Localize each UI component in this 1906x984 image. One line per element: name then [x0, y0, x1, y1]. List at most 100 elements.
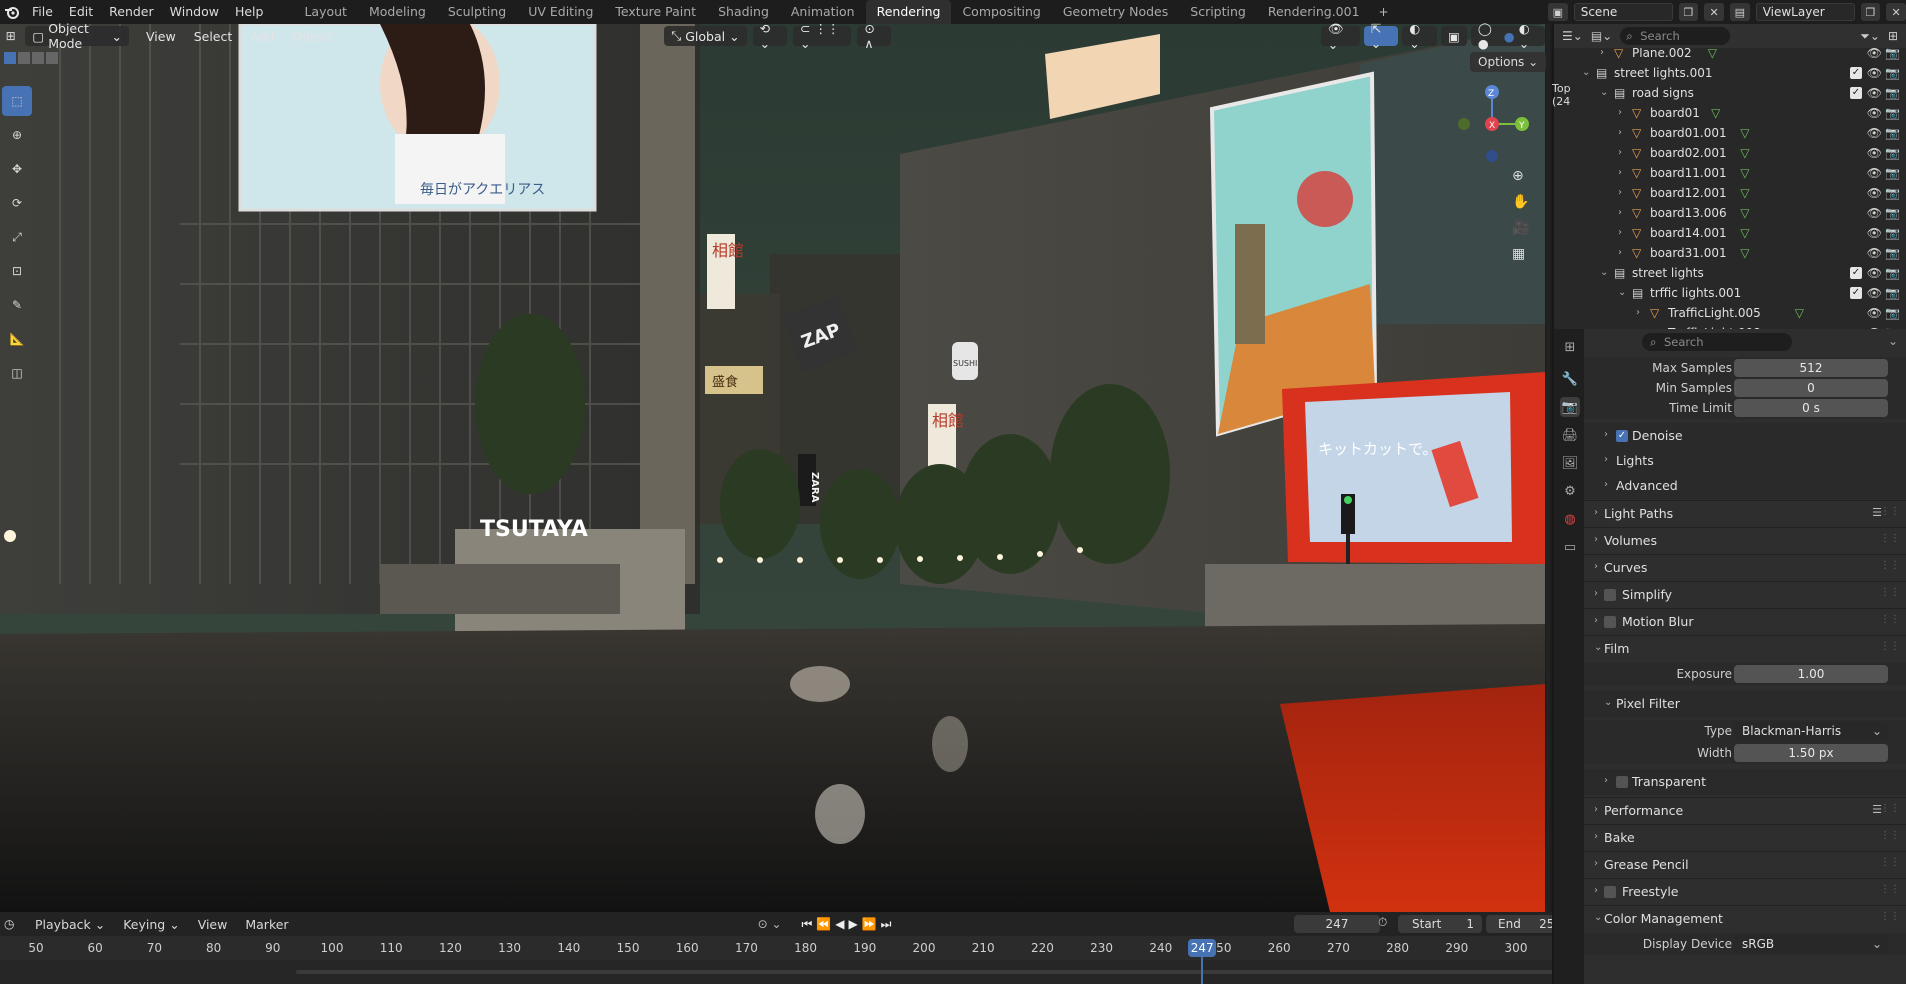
mesh-data-icon[interactable]: ▽ [1740, 183, 1749, 203]
viewlayer-browse-icon[interactable]: ▤ [1729, 3, 1750, 21]
filter-type-dropdown[interactable]: Blackman-Harris ⌄ [1734, 722, 1888, 740]
zoom-icon[interactable]: ⊕ [1512, 168, 1529, 184]
tab-scripting[interactable]: Scripting [1179, 0, 1257, 24]
visibility-eye-icon[interactable]: 👁 [1867, 123, 1882, 143]
exclude-checkbox[interactable]: ✓ [1850, 287, 1862, 299]
select-intersect-icon[interactable] [46, 52, 58, 64]
tab-uv-editing[interactable]: UV Editing [517, 0, 604, 24]
visibility-eye-icon[interactable]: 👁 [1867, 103, 1882, 123]
render-camera-icon[interactable]: 📷 [1885, 48, 1900, 63]
lights-subpanel[interactable]: › Lights [1584, 448, 1906, 474]
chevron-right-icon[interactable]: › [1618, 143, 1622, 163]
mesh-data-icon[interactable]: ▽ [1711, 103, 1720, 123]
outliner-row[interactable]: › ▽ board01 ▽ 👁 📷 [1554, 103, 1906, 123]
display-device-dropdown[interactable]: sRGB ⌄ [1734, 935, 1888, 953]
render-camera-icon[interactable]: 📷 [1885, 183, 1900, 203]
auto-keying-icon[interactable]: ⊙ ⌄ [758, 917, 782, 931]
grease-pencil-panel[interactable]: › Grease Pencil ⋮⋮ [1584, 851, 1906, 877]
move-icon[interactable]: ✥ [2, 154, 32, 184]
chevron-right-icon[interactable]: › [1600, 48, 1604, 63]
outliner-row[interactable]: › ▽ board02.001 ▽ 👁 📷 [1554, 143, 1906, 163]
pixel-filter-subpanel[interactable]: ⌄ Pixel Filter [1584, 691, 1906, 717]
visibility-eye-icon[interactable]: 👁 [1867, 263, 1882, 283]
area-divider[interactable] [1546, 24, 1550, 912]
visibility-eye-icon[interactable]: 👁 [1867, 63, 1882, 83]
drag-grip-icon[interactable]: ⋮⋮ [1880, 533, 1900, 544]
menu-window[interactable]: Window [162, 0, 227, 24]
outliner-row[interactable]: › ▽ board01.001 ▽ 👁 📷 [1554, 123, 1906, 143]
new-viewlayer-icon[interactable]: ❐ [1860, 3, 1881, 21]
outliner-row[interactable]: ⌄ ▤ road signs ✓ 👁 📷 [1554, 83, 1906, 103]
snap-toggle[interactable]: ⊂ ⋮⋮ ⌄ [793, 21, 852, 51]
mesh-data-icon[interactable]: ▽ [1740, 243, 1749, 263]
object-mode-dropdown[interactable]: ▢ Object Mode ⌄ [25, 21, 130, 51]
transparent-subpanel[interactable]: › Transparent [1584, 769, 1906, 795]
render-tab-icon[interactable]: 📷 [1560, 397, 1580, 417]
chevron-right-icon[interactable]: › [1618, 103, 1622, 123]
outliner-row[interactable]: › ▽ board12.001 ▽ 👁 📷 [1554, 183, 1906, 203]
chevron-down-icon[interactable]: ⌄ [1600, 263, 1608, 283]
drag-grip-icon[interactable]: ⋮⋮ [1880, 884, 1900, 895]
timeline-editor-type-icon[interactable]: ◷ [4, 917, 26, 931]
visibility-eye-icon[interactable]: 👁 [1867, 243, 1882, 263]
render-camera-icon[interactable]: 📷 [1885, 243, 1900, 263]
mesh-data-icon[interactable]: ▽ [1795, 303, 1804, 323]
outliner-row[interactable]: ⌄ ▤ trffic lights.001 ✓ 👁 📷 [1554, 283, 1906, 303]
timeline-menu-view[interactable]: View [189, 917, 237, 932]
exposure-field[interactable]: 1.00 [1734, 665, 1888, 683]
outliner-row[interactable]: › ▽ board13.006 ▽ 👁 📷 [1554, 203, 1906, 223]
light-paths-panel[interactable]: › Light Paths ☰ ⋮⋮ [1584, 500, 1906, 526]
mesh-data-icon[interactable]: ▽ [1708, 48, 1717, 63]
outliner-row[interactable]: › ▽ board11.001 ▽ 👁 📷 [1554, 163, 1906, 183]
pivot-point-dropdown[interactable]: ⟲ ⌄ [752, 21, 788, 51]
chevron-right-icon[interactable]: › [1618, 163, 1622, 183]
mesh-data-icon[interactable]: ▽ [1740, 223, 1749, 243]
filter-width-field[interactable]: 1.50 px [1734, 744, 1888, 762]
options-dropdown[interactable]: Options ⌄ [1470, 52, 1547, 72]
xray-toggle[interactable]: ▣ [1441, 26, 1467, 46]
new-scene-icon[interactable]: ❐ [1678, 3, 1699, 21]
chevron-down-icon[interactable]: ⌄ [1582, 63, 1590, 83]
visibility-eye-icon[interactable]: 👁 [1867, 48, 1882, 63]
chevron-down-icon[interactable]: ⌄ [1618, 283, 1626, 303]
visibility-eye-icon[interactable]: 👁 [1867, 303, 1882, 323]
tab-layout[interactable]: Layout [293, 0, 358, 24]
render-camera-icon[interactable]: 📷 [1885, 203, 1900, 223]
drag-grip-icon[interactable]: ⋮⋮ [1880, 587, 1900, 598]
motion-blur-checkbox[interactable] [1604, 616, 1616, 628]
outliner-row[interactable]: › ▽ board14.001 ▽ 👁 📷 [1554, 223, 1906, 243]
visibility-eye-icon[interactable]: 👁 [1867, 203, 1882, 223]
playback-controls[interactable]: ⏮⏪◀▶⏩⏭ [802, 917, 896, 932]
outliner-row[interactable]: ⌄ ▤ street lights.001 ✓ 👁 📷 [1554, 63, 1906, 83]
exclude-checkbox[interactable]: ✓ [1850, 267, 1862, 279]
render-camera-icon[interactable]: 📷 [1885, 223, 1900, 243]
volumes-panel[interactable]: › Volumes ⋮⋮ [1584, 527, 1906, 553]
tab-modeling[interactable]: Modeling [358, 0, 437, 24]
render-camera-icon[interactable]: 📷 [1885, 163, 1900, 183]
measure-icon[interactable]: 📐 [2, 324, 32, 354]
motion-blur-panel[interactable]: › Motion Blur ⋮⋮ [1584, 608, 1906, 634]
navigation-gizmo[interactable]: Z X Y [1452, 82, 1532, 162]
visibility-eye-icon[interactable]: 👁 [1867, 143, 1882, 163]
timeline-scrollbar[interactable] [296, 970, 1566, 974]
delete-scene-icon[interactable]: ✕ [1704, 3, 1724, 21]
start-frame-field[interactable]: Start 1 [1398, 915, 1482, 933]
tab-compositing[interactable]: Compositing [951, 0, 1051, 24]
mesh-data-icon[interactable]: ▽ [1740, 143, 1749, 163]
performance-panel[interactable]: › Performance ☰ ⋮⋮ [1584, 797, 1906, 823]
drag-grip-icon[interactable]: ⋮⋮ [1880, 560, 1900, 571]
timeline-track[interactable] [0, 960, 1580, 984]
tool-tab-icon[interactable]: 🔧 [1560, 369, 1580, 389]
render-camera-icon[interactable]: 📷 [1885, 123, 1900, 143]
outliner-row[interactable]: › ▽ Plane.002 ▽ 👁 📷 [1554, 48, 1906, 63]
frame-ruler[interactable]: 50 60 70 80 90 100 110 120 130 140 150 160 170 180 190… [0, 936, 1580, 960]
outliner-row[interactable]: › ▽ board31.001 ▽ 👁 📷 [1554, 243, 1906, 263]
new-collection-icon[interactable]: ⊞ [1888, 29, 1898, 43]
proportional-edit-toggle[interactable]: ⊙ ∧ [857, 21, 891, 51]
viewport-menu-select[interactable]: Select [185, 29, 242, 44]
blender-logo-icon[interactable] [0, 0, 24, 24]
freestyle-panel[interactable]: › Freestyle ⋮⋮ [1584, 878, 1906, 904]
chevron-right-icon[interactable]: › [1618, 123, 1622, 143]
drag-grip-icon[interactable]: ⋮⋮ [1880, 857, 1900, 868]
tab-sculpting[interactable]: Sculpting [437, 0, 517, 24]
